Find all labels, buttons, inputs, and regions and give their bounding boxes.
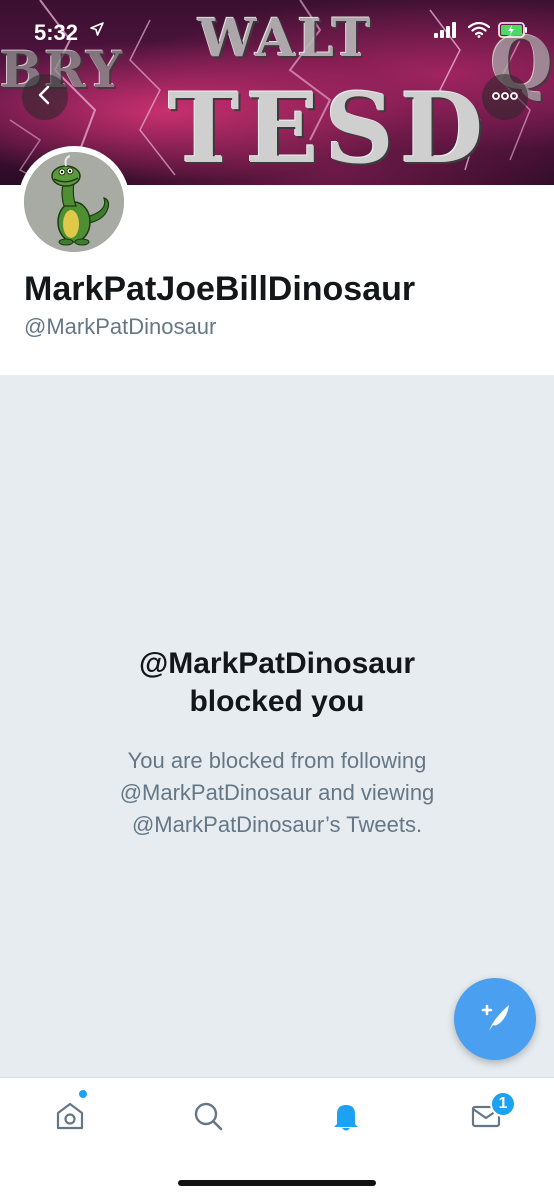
- bell-icon: [329, 1099, 363, 1138]
- tab-notifications[interactable]: [324, 1096, 368, 1140]
- blocked-description-line: @MarkPatDinosaur and viewing: [119, 780, 435, 805]
- tab-home[interactable]: [48, 1096, 92, 1140]
- more-options-icon: [491, 88, 519, 106]
- blocked-description-line: @MarkPatDinosaur’s Tweets.: [131, 812, 423, 837]
- search-icon: [191, 1099, 225, 1138]
- profile-handle: @MarkPatDinosaur: [24, 314, 217, 339]
- profile-display-name: MarkPatJoeBillDinosaur: [24, 270, 416, 308]
- blocked-description: You are blocked from following @MarkPatD…: [0, 745, 554, 841]
- home-indicator[interactable]: [178, 1180, 376, 1186]
- back-button[interactable]: [22, 74, 68, 120]
- battery-charging-icon: [498, 22, 528, 43]
- home-icon: [53, 1099, 87, 1138]
- signal-icon: [434, 22, 460, 43]
- compose-tweet-icon: [475, 997, 515, 1042]
- status-indicators: [434, 21, 528, 43]
- wifi-icon: [467, 21, 491, 43]
- messages-count-badge: 1: [490, 1091, 516, 1117]
- dinosaur-icon: [24, 152, 124, 252]
- blocked-title-handle: @MarkPatDinosaur: [139, 647, 415, 680]
- location-arrow-icon: [90, 22, 104, 41]
- blocked-title: @MarkPatDinosaur blocked you: [0, 645, 554, 721]
- avatar[interactable]: [18, 146, 130, 258]
- avatar-image: [24, 152, 124, 252]
- blocked-title-text: blocked you: [189, 685, 365, 718]
- blocked-description-line: You are blocked from following: [127, 748, 427, 773]
- more-options-button[interactable]: [482, 74, 528, 120]
- blocked-notice: @MarkPatDinosaur blocked you You are blo…: [0, 375, 554, 1077]
- back-arrow-icon: [36, 85, 54, 110]
- status-time: 5:32: [34, 20, 79, 45]
- home-new-indicator: [78, 1089, 88, 1099]
- tab-search[interactable]: [186, 1096, 230, 1140]
- banner-text-tesd: TESD: [168, 72, 490, 185]
- status-bar: 5:32: [0, 0, 554, 54]
- compose-tweet-button[interactable]: [454, 978, 536, 1060]
